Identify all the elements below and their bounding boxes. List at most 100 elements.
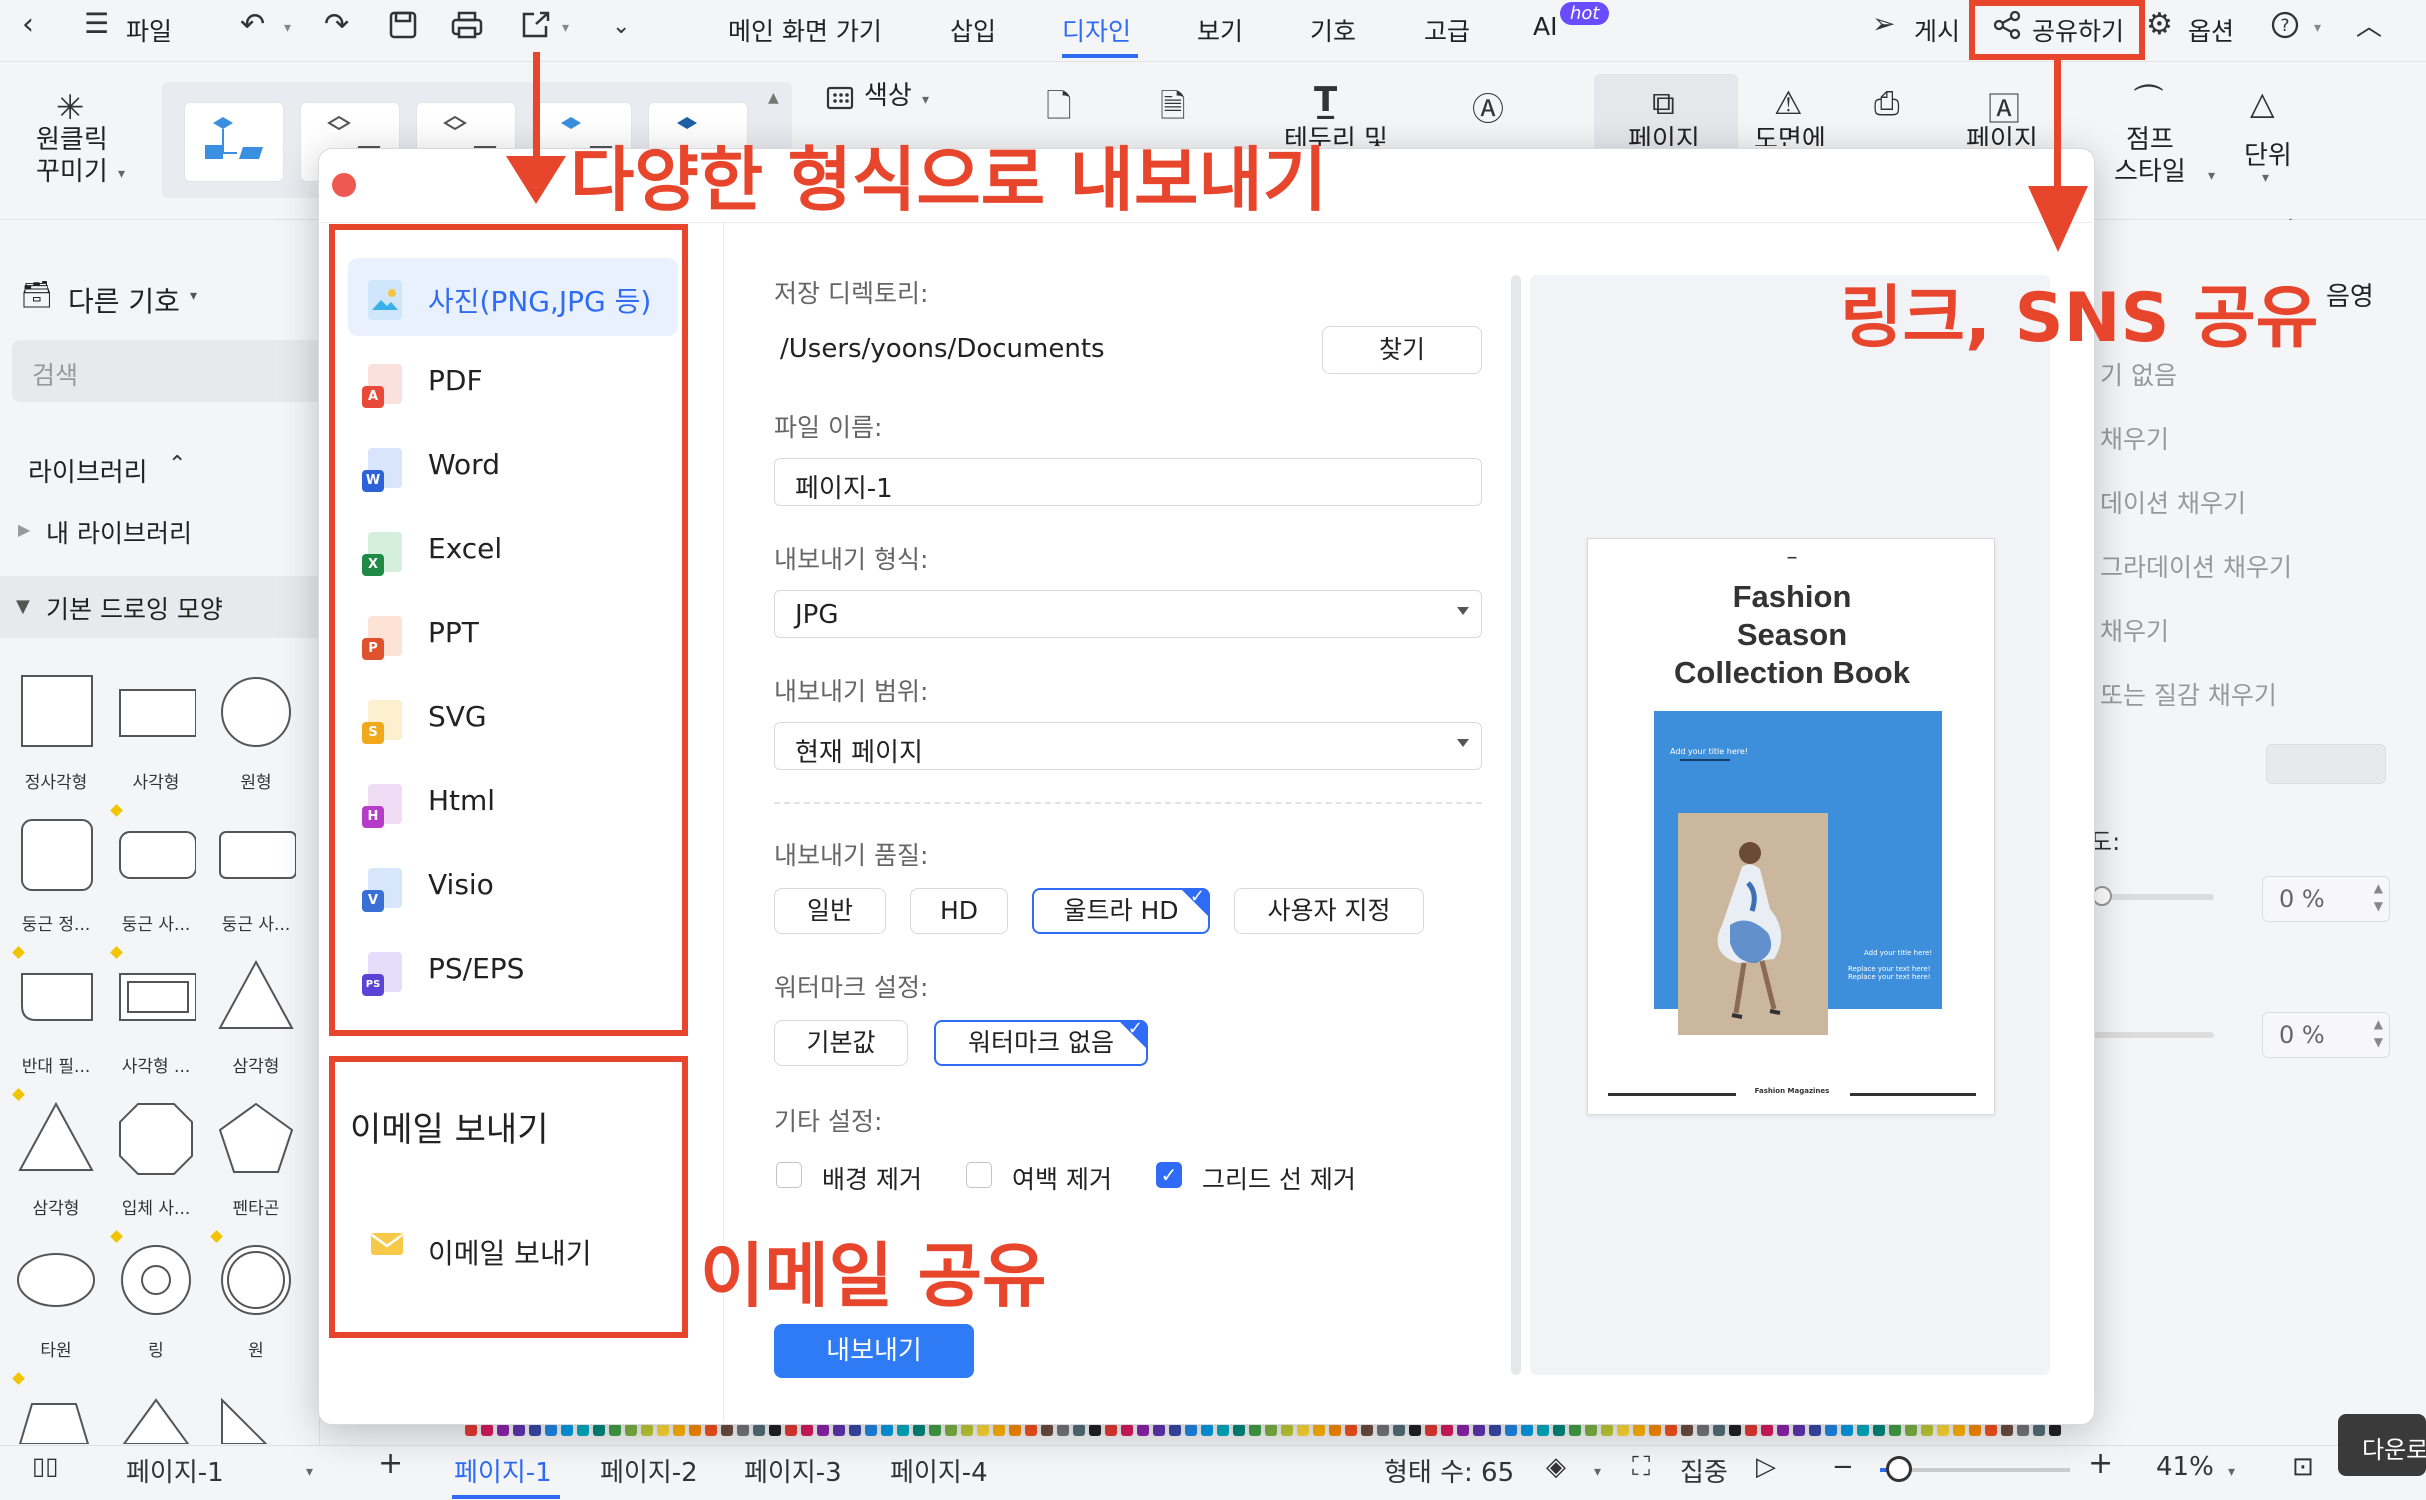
tab-main-screen[interactable]: 메인 화면 가기 xyxy=(728,12,882,48)
fit-icon[interactable]: ⛶ xyxy=(1632,1452,1650,1483)
palette-swatch[interactable] xyxy=(673,1424,685,1436)
page-tab-2[interactable]: 페이지-2 xyxy=(600,1452,698,1489)
transparency-slider-track[interactable] xyxy=(2094,894,2214,900)
jump-style-dropdown-icon[interactable]: ▾ xyxy=(2208,168,2215,184)
fill-option-gradient-2[interactable]: 그라데이션 채우기 xyxy=(2100,548,2292,584)
gear-icon[interactable]: ⚙ xyxy=(2146,10,2173,40)
palette-swatch[interactable] xyxy=(1329,1424,1341,1436)
send-icon[interactable]: ➢ xyxy=(1872,10,1895,38)
unit-button[interactable]: 단위 xyxy=(2244,140,2292,172)
undo-icon[interactable]: ↶ xyxy=(240,10,265,40)
palette-swatch[interactable] xyxy=(641,1424,653,1436)
blur-input[interactable]: 0 % ▲ ▼ xyxy=(2262,1012,2390,1058)
palette-swatch[interactable] xyxy=(1937,1424,1949,1436)
palette-swatch[interactable] xyxy=(1393,1424,1405,1436)
export-dropdown-icon[interactable]: ▾ xyxy=(562,20,569,36)
focus-button[interactable]: 집중 xyxy=(1680,1452,1728,1489)
palette-swatch[interactable] xyxy=(1489,1424,1501,1436)
watermark-none-button[interactable]: 워터마크 없음 ✓ xyxy=(934,1020,1148,1066)
palette-swatch[interactable] xyxy=(545,1424,557,1436)
palette-swatch[interactable] xyxy=(1361,1424,1373,1436)
palette-swatch[interactable] xyxy=(2017,1424,2029,1436)
palette-swatch[interactable] xyxy=(2049,1424,2061,1436)
palette-swatch[interactable] xyxy=(1473,1424,1485,1436)
palette-swatch[interactable] xyxy=(1185,1424,1197,1436)
basic-shapes-collapse-icon[interactable]: ▼ xyxy=(16,596,30,617)
palette-swatch[interactable] xyxy=(1073,1424,1085,1436)
palette-swatch[interactable] xyxy=(1297,1424,1309,1436)
palette-swatch[interactable] xyxy=(513,1424,525,1436)
zoom-level[interactable]: 41% xyxy=(2156,1452,2214,1482)
palette-swatch[interactable] xyxy=(1233,1424,1245,1436)
palette-swatch[interactable] xyxy=(897,1424,909,1436)
palette-swatch[interactable] xyxy=(1745,1424,1757,1436)
unit-icon[interactable]: △ xyxy=(2250,84,2275,122)
tab-design[interactable]: 디자인 xyxy=(1062,12,1131,48)
drawing-icon[interactable]: ⚠ xyxy=(1774,84,1803,122)
search-input[interactable]: 검색 xyxy=(12,340,322,402)
more-symbols-button[interactable]: 다른 기호 xyxy=(68,280,180,320)
palette-swatch[interactable] xyxy=(1697,1424,1709,1436)
palette-swatch[interactable] xyxy=(1857,1424,1869,1436)
more-dropdown-icon[interactable]: ⌄ xyxy=(612,16,630,38)
palette-swatch[interactable] xyxy=(1121,1424,1133,1436)
palette-swatch[interactable] xyxy=(1537,1424,1549,1436)
tab-advanced[interactable]: 고급 xyxy=(1424,12,1470,48)
jump-style-label-1[interactable]: 점프 xyxy=(2126,124,2174,156)
quality-normal-button[interactable]: 일반 xyxy=(774,888,886,934)
library-header[interactable]: 라이브러리 xyxy=(28,452,148,489)
palette-swatch[interactable] xyxy=(481,1424,493,1436)
add-page-icon[interactable]: + xyxy=(378,1446,403,1481)
back-icon[interactable]: ‹ xyxy=(22,10,34,40)
page-number-label[interactable]: 페이지 xyxy=(1966,124,2038,146)
palette-swatch[interactable] xyxy=(1345,1424,1357,1436)
layers-icon[interactable]: ◈ xyxy=(1546,1452,1566,1482)
fill-color-swatch[interactable] xyxy=(2266,744,2386,784)
palette-swatch[interactable] xyxy=(1505,1424,1517,1436)
collapse-ribbon-icon[interactable]: ︿ xyxy=(2356,14,2382,40)
my-library-item[interactable]: 내 라이브러리 xyxy=(46,514,192,550)
color-dropdown-icon[interactable]: ▾ xyxy=(922,92,929,108)
file-menu[interactable]: 파일 xyxy=(126,12,172,48)
palette-swatch[interactable] xyxy=(1985,1424,1997,1436)
save-icon[interactable] xyxy=(388,10,418,46)
page-tab-4[interactable]: 페이지-4 xyxy=(890,1452,988,1489)
redo-icon[interactable]: ↷ xyxy=(324,10,349,40)
tab-view[interactable]: 보기 xyxy=(1197,12,1243,48)
gallery-scroll-up-icon[interactable]: ▲ xyxy=(768,90,779,106)
palette-swatch[interactable] xyxy=(1905,1424,1917,1436)
fill-option-pattern[interactable]: 채우기 xyxy=(2100,612,2169,648)
palette-swatch[interactable] xyxy=(1633,1424,1645,1436)
palette-swatch[interactable] xyxy=(1793,1424,1805,1436)
page-size-icon[interactable]: ⧉ xyxy=(1652,84,1675,123)
browse-button[interactable]: 찾기 xyxy=(1322,326,1482,374)
palette-swatch[interactable] xyxy=(929,1424,941,1436)
publish-button[interactable]: 게시 xyxy=(1914,12,1960,48)
palette-swatch[interactable] xyxy=(529,1424,541,1436)
palette-swatch[interactable] xyxy=(1153,1424,1165,1436)
palette-swatch[interactable] xyxy=(721,1424,733,1436)
palette-swatch[interactable] xyxy=(1313,1424,1325,1436)
palette-swatch[interactable] xyxy=(1521,1424,1533,1436)
palette-swatch[interactable] xyxy=(817,1424,829,1436)
zoom-out-icon[interactable]: − xyxy=(1832,1452,1854,1482)
drawing-button-label[interactable]: 도면에 xyxy=(1754,124,1826,146)
palette-swatch[interactable] xyxy=(1409,1424,1421,1436)
print-icon[interactable] xyxy=(450,10,484,46)
layers-dropdown-icon[interactable]: ▾ xyxy=(1594,1464,1601,1480)
quality-hd-button[interactable]: HD xyxy=(910,888,1008,934)
filename-input[interactable]: 페이지-1 xyxy=(774,458,1482,506)
oneclick-label-2[interactable]: 꾸미기 xyxy=(36,156,108,188)
transparency-slider-handle[interactable] xyxy=(2092,886,2112,906)
palette-swatch[interactable] xyxy=(833,1424,845,1436)
palette-swatch[interactable] xyxy=(1249,1424,1261,1436)
orientation-icon[interactable]: ⎙ xyxy=(1874,84,1900,123)
page-selector-dropdown-icon[interactable]: ▾ xyxy=(306,1464,313,1480)
watermark-default-button[interactable]: 기본값 xyxy=(774,1020,908,1066)
jump-style-icon[interactable]: ⏜ xyxy=(2134,84,2163,119)
palette-swatch[interactable] xyxy=(1457,1424,1469,1436)
tab-insert[interactable]: 삽입 xyxy=(950,12,996,48)
palette-swatch[interactable] xyxy=(1761,1424,1773,1436)
play-icon[interactable]: ▷ xyxy=(1756,1452,1776,1482)
palette-swatch[interactable] xyxy=(1809,1424,1821,1436)
